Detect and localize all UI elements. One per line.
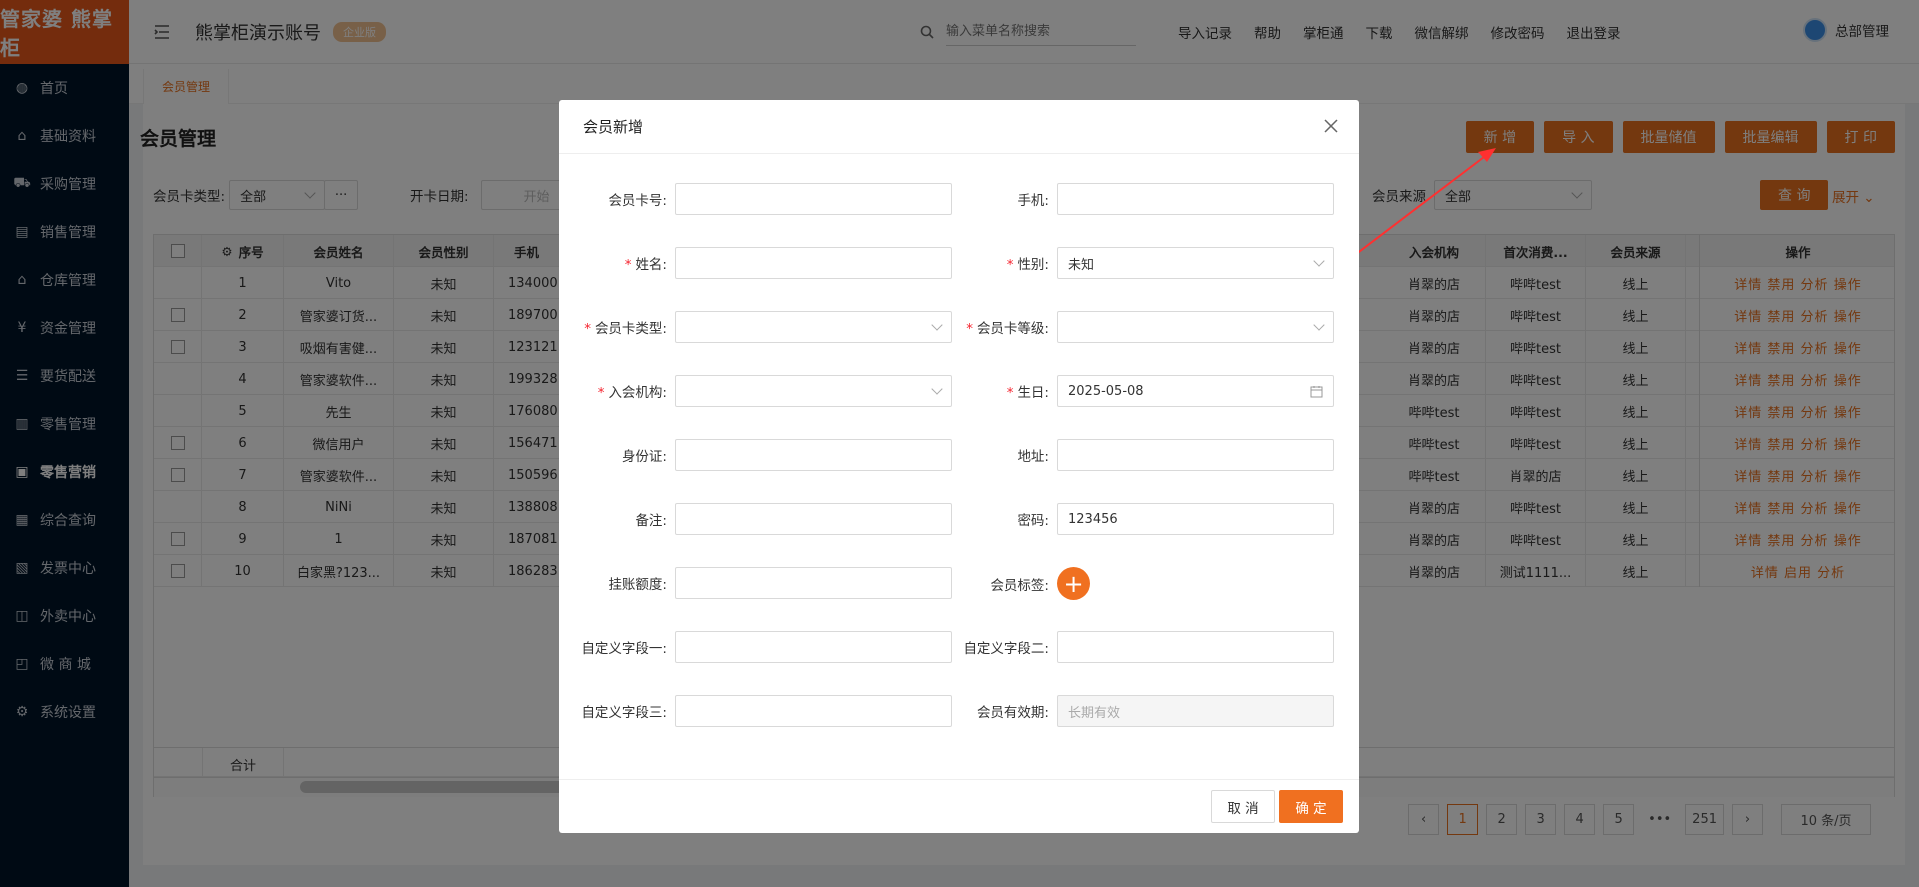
member-add-dialog: 会员新增 会员卡号: 手机: * 姓名: * 性别: 未知 * 会员卡类型: * 会员卡… bbox=[559, 100, 1359, 833]
dialog-footer: 取 消 确 定 bbox=[559, 779, 1359, 833]
field-credit: 挂账额度: bbox=[579, 567, 952, 599]
field-tags: 会员标签: + bbox=[961, 567, 1090, 600]
dialog-title: 会员新增 bbox=[559, 100, 1359, 154]
custom3-label: 自定义字段三: bbox=[581, 705, 667, 721]
card-type-label: 会员卡类型: bbox=[594, 321, 667, 337]
chevron-down-icon bbox=[1313, 319, 1325, 331]
birthday-picker[interactable]: 2025-05-08 bbox=[1057, 375, 1334, 407]
card-type-label-wrap: * 会员卡类型: bbox=[579, 317, 675, 337]
chevron-down-icon bbox=[931, 319, 943, 331]
credit-input[interactable] bbox=[675, 567, 952, 599]
calendar-icon bbox=[1310, 385, 1323, 397]
id-card-input[interactable] bbox=[675, 439, 952, 471]
gender-label: 性别: bbox=[1017, 257, 1049, 273]
validity-label: 会员有效期: bbox=[976, 705, 1049, 721]
field-gender: * 性别: 未知 bbox=[961, 247, 1334, 279]
tags-label: 会员标签: bbox=[990, 577, 1049, 594]
id-card-label: 身份证: bbox=[621, 449, 667, 465]
name-label-wrap: * 姓名: bbox=[579, 253, 675, 273]
org-label: 入会机构: bbox=[608, 385, 667, 401]
chevron-down-icon bbox=[1313, 255, 1325, 267]
field-card-level: * 会员卡等级: bbox=[961, 311, 1334, 343]
birthday-label-wrap: * 生日: bbox=[961, 381, 1057, 401]
remark-input[interactable] bbox=[675, 503, 952, 535]
custom2-input[interactable] bbox=[1057, 631, 1334, 663]
birthday-value: 2025-05-08 bbox=[1068, 383, 1144, 399]
field-phone: 手机: bbox=[961, 183, 1334, 215]
org-label-wrap: * 入会机构: bbox=[579, 381, 675, 401]
field-custom2: 自定义字段二: bbox=[961, 631, 1334, 663]
field-name: * 姓名: bbox=[579, 247, 952, 279]
field-custom3: 自定义字段三: bbox=[579, 695, 952, 727]
remark-label: 备注: bbox=[635, 513, 667, 529]
birthday-label: 生日: bbox=[1017, 385, 1049, 401]
card-level-label: 会员卡等级: bbox=[976, 321, 1049, 337]
gender-select[interactable]: 未知 bbox=[1057, 247, 1334, 279]
field-id-card: 身份证: bbox=[579, 439, 952, 471]
password-label: 密码: bbox=[1017, 513, 1049, 529]
required-mark: * bbox=[1006, 385, 1014, 401]
phone-label: 手机: bbox=[1017, 193, 1049, 209]
field-remark: 备注: bbox=[579, 503, 952, 535]
gender-label-wrap: * 性别: bbox=[961, 253, 1057, 273]
custom1-label: 自定义字段一: bbox=[581, 641, 667, 657]
card-level-select[interactable] bbox=[1057, 311, 1334, 343]
custom3-input[interactable] bbox=[675, 695, 952, 727]
field-birthday: * 生日: 2025-05-08 bbox=[961, 375, 1334, 407]
phone-input[interactable] bbox=[1057, 183, 1334, 215]
field-card-type: * 会员卡类型: bbox=[579, 311, 952, 343]
field-custom1: 自定义字段一: bbox=[579, 631, 952, 663]
gender-value: 未知 bbox=[1068, 257, 1095, 273]
required-mark: * bbox=[966, 321, 973, 337]
field-card-no: 会员卡号: bbox=[579, 183, 952, 215]
required-mark: * bbox=[597, 385, 605, 401]
credit-label: 挂账额度: bbox=[608, 577, 667, 593]
name-input[interactable] bbox=[675, 247, 952, 279]
close-icon[interactable] bbox=[1323, 118, 1339, 134]
address-label: 地址: bbox=[1017, 449, 1049, 465]
required-mark: * bbox=[1006, 257, 1014, 273]
cancel-button[interactable]: 取 消 bbox=[1211, 790, 1275, 823]
chevron-down-icon bbox=[931, 383, 943, 395]
org-select[interactable] bbox=[675, 375, 952, 407]
card-no-input[interactable] bbox=[675, 183, 952, 215]
card-level-label-wrap: * 会员卡等级: bbox=[961, 317, 1057, 337]
custom1-input[interactable] bbox=[675, 631, 952, 663]
field-password: 密码: 123456 bbox=[961, 503, 1334, 535]
confirm-button[interactable]: 确 定 bbox=[1279, 790, 1343, 823]
custom2-label: 自定义字段二: bbox=[963, 641, 1049, 657]
card-no-label: 会员卡号: bbox=[608, 193, 667, 209]
add-tag-button[interactable]: + bbox=[1057, 567, 1090, 600]
name-label: 姓名: bbox=[635, 257, 667, 273]
field-validity: 会员有效期: 长期有效 bbox=[961, 695, 1334, 727]
required-mark: * bbox=[584, 321, 591, 337]
plus-icon: + bbox=[1063, 569, 1084, 598]
card-type-select[interactable] bbox=[675, 311, 952, 343]
address-input[interactable] bbox=[1057, 439, 1334, 471]
field-org: * 入会机构: bbox=[579, 375, 952, 407]
password-input[interactable]: 123456 bbox=[1057, 503, 1334, 535]
required-mark: * bbox=[624, 257, 632, 273]
field-address: 地址: bbox=[961, 439, 1334, 471]
validity-input: 长期有效 bbox=[1057, 695, 1334, 727]
